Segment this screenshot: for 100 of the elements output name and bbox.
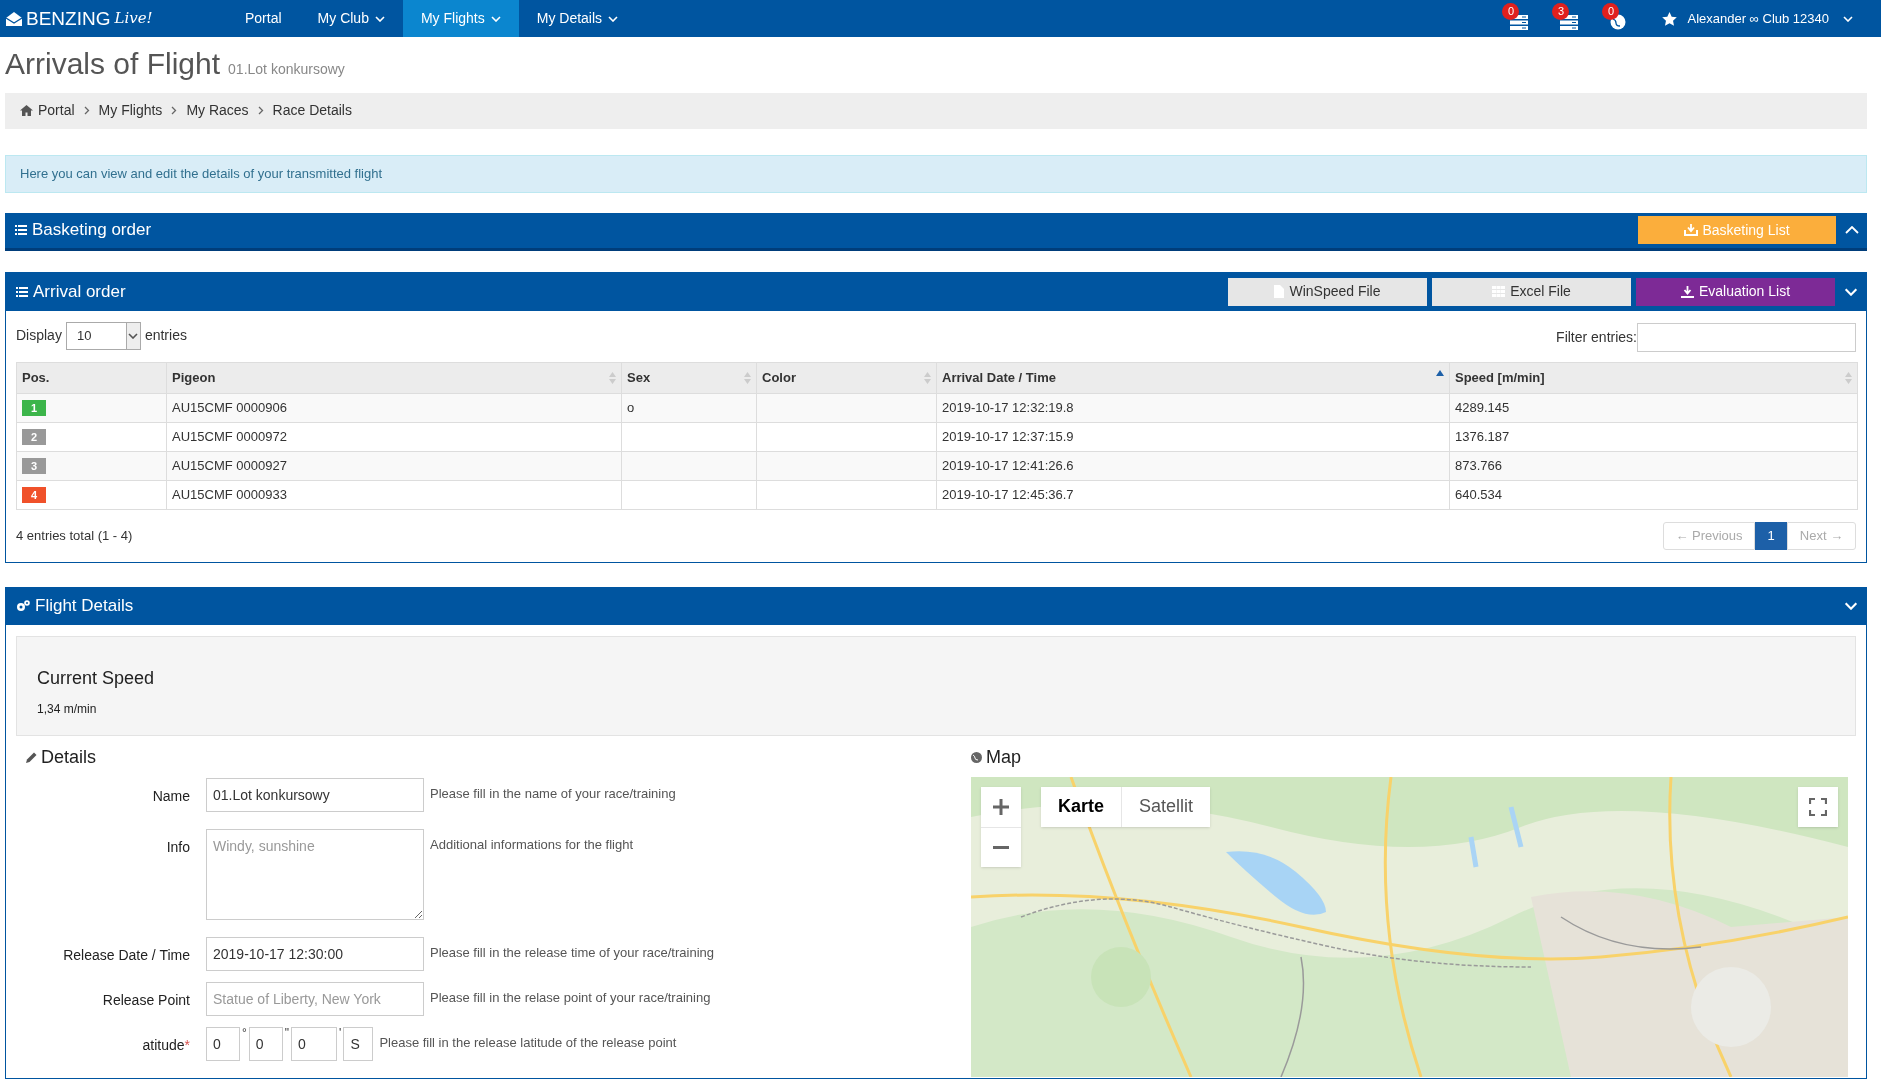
chevron-down-icon [1843,602,1858,610]
entries-select[interactable]: 10 [65,321,141,350]
notification-button[interactable]: 0 [1494,0,1545,37]
panel-title: Flight Details [35,595,134,618]
filter-field[interactable] [1637,323,1856,352]
table-cell: 2019-10-17 12:32:19.8 [942,399,1074,415]
table-cell: 2019-10-17 12:41:26.6 [942,457,1074,473]
text-field[interactable]: 2019-10-17 12:30:00 [206,936,424,971]
pagination-button[interactable]: 1 [1755,521,1787,550]
breadcrumb-link[interactable]: My Flights [98,100,163,121]
page-title: Arrivals of Flight [5,46,221,82]
list-icon [15,225,27,235]
breadcrumb-link[interactable]: Portal [38,100,75,121]
home-icon [20,105,33,116]
table-icon [1492,286,1506,297]
text-field[interactable]: Statue of Liberty, New York [206,981,424,1016]
text-area[interactable]: Windy, sunshine [206,828,424,920]
field-label: Info [166,837,190,857]
entries-label: entries [144,326,187,345]
column-header[interactable]: Sex [621,362,757,393]
chevron-right-icon [83,106,90,115]
chevron-down-icon [1843,15,1853,22]
required-asterisk: * [184,1035,190,1055]
page-subtitle: 01.Lot konkursowy [228,60,345,79]
fullscreen-button[interactable] [1798,786,1838,827]
plus-icon [993,798,1009,815]
table-cell: 1376.187 [1455,428,1510,444]
current-speed-title: Current Speed [37,666,155,690]
breadcrumb-link[interactable]: My Races [186,100,249,121]
nav-menu-item[interactable]: My Flights [402,0,519,37]
download-icon [1684,224,1699,236]
entries-total: 4 entries total (1 - 4) [16,526,133,545]
field-label: Name [152,786,190,806]
unit-symbol: " [284,1026,290,1039]
table-cell: AU15CMF 0000906 [172,399,287,415]
current-speed-value: 1,34 m/min [37,700,97,718]
help-text: Please fill in the name of your race/training [430,784,676,803]
envelope-icon [6,11,22,26]
table-cell: 2019-10-17 12:37:15.9 [942,428,1074,444]
help-text: Please fill in the release time of your race/training [430,943,714,962]
help-text: Additional informations for the flight [430,835,634,854]
help-text: Please fill in the relase point of your race/training [430,988,711,1007]
table-cell: o [627,399,635,415]
table-cell: 4289.145 [1455,399,1510,415]
display-label: Display [16,326,62,345]
table-cell: AU15CMF 0000933 [172,486,287,502]
position-badge: 3 [22,457,46,474]
position-badge: 4 [22,486,46,503]
minus-icon [993,845,1009,849]
nav-menu-item[interactable]: My Club [299,0,403,37]
count-badge: 0 [1602,3,1620,20]
table-cell: 640.534 [1455,486,1502,502]
table-cell: AU15CMF 0000972 [172,428,287,444]
column-header[interactable]: Arrival Date / Time [936,362,1450,393]
export-button[interactable]: Excel File [1432,277,1631,306]
coordinate-field[interactable]: 0 [248,1026,283,1061]
field-label: Release Date / Time [63,945,190,965]
map-type-tab[interactable]: Satellit [1121,786,1211,827]
column-header[interactable]: Color [756,362,937,393]
notification-button[interactable]: 0 [1594,0,1643,37]
document-icon [1274,285,1285,298]
pencil-icon [26,752,37,763]
column-header[interactable]: Speed [m/min] [1449,362,1858,393]
text-field[interactable]: 01.Lot konkursowy [206,777,424,812]
table-cell: 873.766 [1455,457,1502,473]
filter-label: Filter entries: [1556,328,1637,347]
unit-symbol: ° [242,1026,247,1039]
table-cell: AU15CMF 0000927 [172,457,287,473]
export-button[interactable]: WinSpeed File [1228,277,1427,306]
chevron-down-icon [1843,287,1858,296]
table-cell: 2019-10-17 12:45:36.7 [942,486,1074,502]
coordinate-field[interactable]: 0 [206,1026,240,1061]
chevron-down-icon [374,15,385,22]
chevron-down-icon [490,15,501,22]
nav-menu-item[interactable]: My Details [518,0,637,37]
count-badge: 0 [1502,3,1520,20]
export-button[interactable]: Evaluation List [1636,277,1835,306]
panel-title: Arrival order [33,280,126,303]
field-label: atitude [142,1035,185,1055]
list-icon [16,286,28,297]
info-alert: Here you can view and edit the details of your transmitted flight [5,154,1867,193]
coordinate-field[interactable]: 0 [291,1026,338,1061]
chevron-right-icon [171,106,178,115]
position-badge: 1 [22,399,46,416]
unit-symbol: ' [339,1026,342,1039]
user-menu[interactable]: Alexander ∞ Club 12340 [1642,0,1881,37]
chevron-down-icon [608,15,619,22]
panel-title: Basketing order [32,219,152,242]
notification-button[interactable]: 3 [1544,0,1595,37]
field-label: Release Point [102,990,190,1010]
download-icon [1680,285,1694,298]
section-title: Details [41,746,97,769]
column-header[interactable]: Pos. [16,362,167,393]
nav-menu-item[interactable]: Portal [227,0,300,37]
coordinate-field[interactable]: S [343,1026,374,1061]
map-type-tab[interactable]: Karte [1041,786,1122,827]
gears-icon [16,600,30,612]
column-header[interactable]: Pigeon [166,362,622,393]
brand-logo[interactable]: BENZING [26,9,111,28]
breadcrumb-link[interactable]: Race Details [272,100,352,121]
